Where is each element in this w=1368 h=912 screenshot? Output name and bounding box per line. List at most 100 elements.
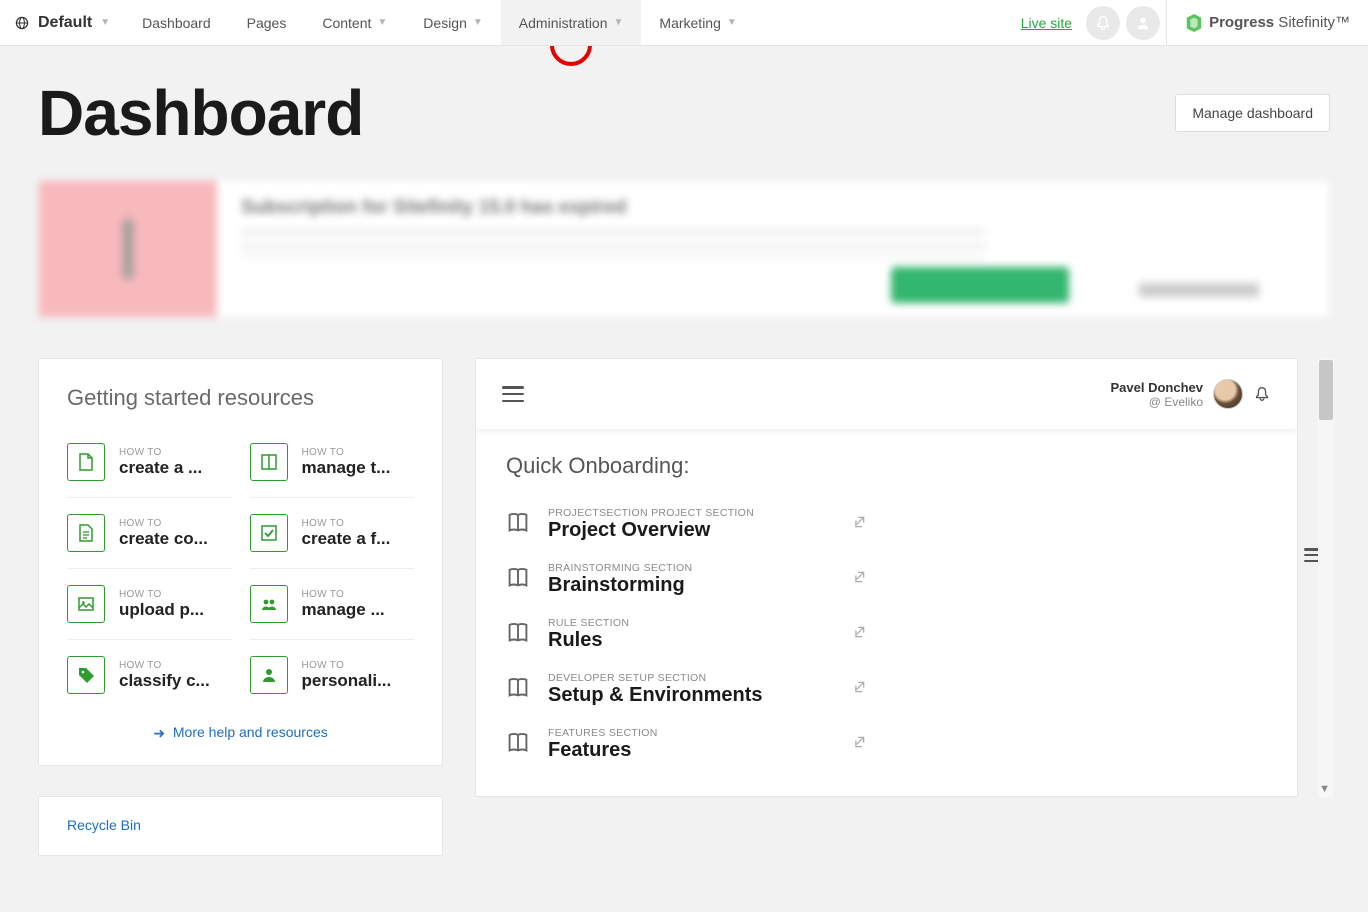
globe-icon [14,15,30,31]
howto-label: HOW TO [302,518,391,529]
nav-pages[interactable]: Pages [229,0,305,45]
user-menu-button[interactable] [1126,6,1160,40]
notifications-button[interactable] [1086,6,1120,40]
howto-label: HOW TO [119,589,204,600]
check-icon [250,514,288,552]
user-org: @ Eveliko [1111,395,1204,409]
book-icon [506,510,530,539]
doc-icon [67,514,105,552]
onboarding-item[interactable]: FEATURES SECTIONFeatures [506,717,866,772]
onboarding-item[interactable]: DEVELOPER SETUP SECTIONSetup & Environme… [506,662,866,717]
brand-text: Progress Sitefinity™ [1209,14,1350,31]
chevron-down-icon: ▼ [377,17,387,28]
nav-dashboard[interactable]: Dashboard [124,0,229,45]
resource-item[interactable]: HOW TOclassify c... [67,640,232,710]
nav-administration[interactable]: Administration ▼ [501,0,642,45]
resource-name: manage t... [302,458,391,478]
howto-label: HOW TO [119,660,210,671]
chevron-down-icon: ▼ [727,17,737,28]
onboarding-item[interactable]: RULE SECTIONRules [506,607,866,662]
external-link-icon[interactable] [852,570,866,589]
resource-name: classify c... [119,671,210,691]
external-link-icon[interactable] [852,625,866,644]
ob-item-name: Project Overview [548,519,834,542]
subscription-banner: Subscription for Sitefinity 15.0 has exp… [38,180,1330,318]
onboarding-item[interactable]: BRAINSTORMING SECTIONBrainstorming [506,552,866,607]
external-link-icon[interactable] [852,680,866,699]
ob-item-name: Rules [548,629,834,652]
ob-section-label: RULE SECTION [548,617,834,629]
resource-name: manage ... [302,600,385,620]
banner-link[interactable] [1139,283,1259,297]
onboarding-menu-button[interactable] [502,386,524,402]
progress-logo-icon [1185,14,1203,32]
ob-item-name: Setup & Environments [548,684,834,707]
resource-name: create a f... [302,529,391,549]
resource-item[interactable]: HOW TOupload p... [67,569,232,640]
user-name: Pavel Donchev [1111,380,1204,395]
avatar[interactable] [1213,379,1243,409]
onboarding-user: Pavel Donchev @ Eveliko [1111,379,1272,409]
bell-icon [1094,14,1112,32]
resource-name: create co... [119,529,208,549]
nav-label: Dashboard [142,15,211,31]
arrow-right-icon: ➜ [153,725,165,742]
book-icon [506,565,530,594]
resource-item[interactable]: HOW TOcreate a ... [67,427,232,498]
layout-icon [250,443,288,481]
file-icon [67,443,105,481]
nav-label: Design [423,15,467,31]
resource-item[interactable]: HOW TOcreate a f... [250,498,415,569]
nav-marketing[interactable]: Marketing ▼ [641,0,754,45]
howto-label: HOW TO [302,447,391,458]
topbar: Default ▼ DashboardPagesContent▼Design▼A… [0,0,1368,46]
book-icon [506,730,530,759]
onboarding-item[interactable]: PROJECTSECTION PROJECT SECTIONProject Ov… [506,497,866,552]
site-selector[interactable]: Default ▼ [0,0,124,45]
chevron-down-icon: ▼ [473,17,483,28]
resource-name: upload p... [119,600,204,620]
book-icon [506,620,530,649]
nav-label: Administration [519,15,608,31]
nav-label: Marketing [659,15,720,31]
onboarding-title: Quick Onboarding: [506,453,1267,479]
banner-icon [39,181,217,317]
nav-design[interactable]: Design ▼ [405,0,501,45]
live-site-link[interactable]: Live site [1007,0,1086,45]
more-help-link[interactable]: ➜ More help and resources [67,710,414,745]
scrollbar-track[interactable] [1318,358,1334,797]
scrollbar-thumb[interactable] [1319,360,1333,420]
howto-label: HOW TO [119,447,202,458]
tag-icon [67,656,105,694]
brand: Progress Sitefinity™ [1166,0,1368,45]
banner-action-button[interactable] [891,267,1069,303]
scroll-down-icon[interactable]: ▼ [1319,783,1330,795]
page-title: Dashboard [38,76,363,150]
manage-dashboard-button[interactable]: Manage dashboard [1175,94,1330,132]
external-link-icon[interactable] [852,735,866,754]
image-icon [67,585,105,623]
resource-item[interactable]: HOW TOcreate co... [67,498,232,569]
more-help-label: More help and resources [173,724,328,740]
nav-content[interactable]: Content▼ [304,0,405,45]
recycle-bin-card: Recycle Bin [38,796,443,856]
resource-name: personali... [302,671,392,691]
resource-item[interactable]: HOW TOpersonali... [250,640,415,710]
banner-title: Subscription for Sitefinity 15.0 has exp… [241,197,1305,219]
resource-item[interactable]: HOW TOmanage ... [250,569,415,640]
bell-icon[interactable] [1253,385,1271,403]
external-link-icon[interactable] [852,515,866,534]
users-icon [250,585,288,623]
resource-item[interactable]: HOW TOmanage t... [250,427,415,498]
person-icon [250,656,288,694]
recycle-bin-link[interactable]: Recycle Bin [67,817,141,833]
banner-subtext [241,229,986,259]
getting-started-card: Getting started resources HOW TOcreate a… [38,358,443,766]
chevron-down-icon: ▼ [100,17,110,28]
howto-label: HOW TO [119,518,208,529]
getting-started-title: Getting started resources [67,385,414,411]
ob-section-label: BRAINSTORMING SECTION [548,562,834,574]
chevron-down-icon: ▼ [614,17,624,28]
howto-label: HOW TO [302,660,392,671]
ob-item-name: Features [548,739,834,762]
